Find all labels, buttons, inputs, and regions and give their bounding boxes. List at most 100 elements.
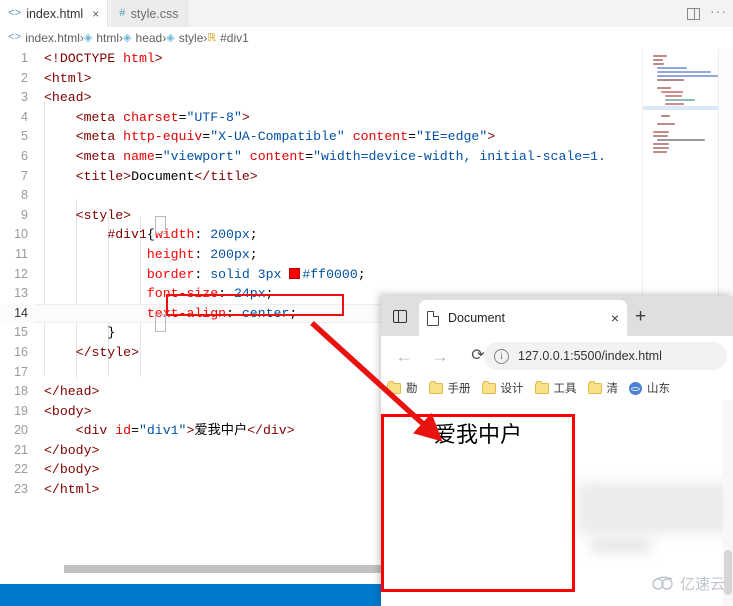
div1-text: 爱我中户 (433, 423, 522, 448)
line-number: 20 (14, 423, 28, 438)
breadcrumb-label: head (135, 31, 163, 45)
code-line[interactable]: 3 <head> (0, 88, 733, 108)
bookmark-folder-gongju[interactable]: 工具 (534, 380, 577, 396)
code-line[interactable]: 4 <meta charset="UTF-8"> (0, 108, 733, 128)
code-text: </body> (44, 462, 100, 478)
address-bar-url: 127.0.0.1:5500/index.html (518, 349, 662, 363)
line-number: 19 (14, 403, 28, 418)
folder-icon (534, 380, 549, 394)
line-number: 9 (21, 207, 28, 222)
code-text: <meta http-equiv="X-UA-Compatible" conte… (75, 129, 496, 145)
code-line[interactable]: 11 height: 200px; (0, 245, 733, 265)
html-file-icon: <> (8, 7, 22, 20)
close-icon[interactable]: × (611, 311, 619, 325)
minimap-line (665, 103, 684, 105)
minimap-line (653, 147, 669, 149)
globe-icon (629, 381, 642, 395)
code-text: border: solid 3px #ff0000; (146, 266, 366, 282)
minimap-line (657, 79, 684, 81)
line-number: 15 (14, 325, 28, 340)
bookmark-link-shandong[interactable]: 山东 (629, 380, 670, 396)
css-file-icon: # (119, 7, 126, 20)
minimap-line (657, 139, 705, 141)
more-actions-icon[interactable]: ··· (710, 4, 727, 23)
tab-style-css[interactable]: # style.css (111, 0, 188, 27)
minimap-line (661, 91, 683, 93)
code-text: <title>Document</title> (75, 168, 258, 184)
forward-button[interactable]: → (425, 341, 455, 371)
code-text: </html> (44, 482, 100, 498)
code-text: <meta charset="UTF-8"> (75, 109, 250, 125)
editor-actions: ··· (687, 0, 727, 27)
line-number: 16 (14, 344, 28, 359)
line-number: 23 (14, 482, 28, 497)
watermark-text: 亿速云 (679, 575, 725, 593)
bookmark-folder-sheji[interactable]: 设计 (481, 380, 524, 396)
minimap-line (665, 95, 682, 97)
bracket-match-open (155, 216, 166, 234)
code-text: <div id="div1">爱我中户</div> (75, 423, 295, 439)
breadcrumb-item-style[interactable]: ◈ style (166, 31, 203, 45)
close-icon[interactable]: × (92, 8, 99, 20)
minimap-line (657, 71, 711, 73)
code-line[interactable]: 12 border: solid 3px #ff0000; (0, 265, 733, 285)
bookmark-label: 清 (606, 383, 619, 395)
line-number: 1 (21, 51, 28, 65)
watermark: 亿速云 (652, 573, 725, 594)
bookmarks-bar: 勘 手册 设计 工具 清 山东 (381, 376, 733, 400)
scrollbar-thumb[interactable] (724, 550, 732, 595)
bookmark-label: 设计 (500, 383, 524, 395)
tab-actions-icon[interactable] (387, 303, 413, 329)
code-text: </head> (44, 384, 100, 400)
code-line[interactable]: 1 <!DOCTYPE html> (0, 49, 733, 69)
tag-icon: ◈ (166, 31, 175, 44)
bookmark-label: 勘 (406, 383, 418, 395)
line-number: 5 (21, 129, 28, 144)
address-bar[interactable]: i 127.0.0.1:5500/index.html (484, 342, 727, 370)
breadcrumb-item-head[interactable]: ◈ head (123, 31, 162, 45)
code-line[interactable]: 10 #div1{width: 200px; (0, 225, 733, 245)
code-line[interactable]: 5 <meta http-equiv="X-UA-Compatible" con… (0, 127, 733, 147)
bookmark-folder-shouce[interactable]: 手册 (428, 380, 471, 396)
line-number: 13 (14, 286, 28, 301)
code-line[interactable]: 9 <style> (0, 206, 733, 226)
bookmark-folder-kan[interactable]: 勘 (387, 380, 418, 396)
minimap-line (657, 123, 675, 125)
rendered-div1: 爱我中户 (381, 414, 575, 592)
code-line[interactable]: 7 <title>Document</title> (0, 167, 733, 187)
html-file-icon: <> (8, 31, 22, 44)
minimap-line (653, 135, 668, 137)
code-line[interactable]: 6 <meta name="viewport" content="width=d… (0, 147, 733, 167)
line-number: 12 (14, 266, 28, 281)
breadcrumb-item-html[interactable]: ◈ html (84, 31, 119, 45)
minimap-line (657, 75, 719, 77)
bookmark-folder-qing[interactable]: 清 (587, 380, 619, 396)
tab-label: index.html (26, 6, 84, 21)
minimap-line (657, 67, 687, 69)
bookmark-label: 工具 (553, 383, 577, 395)
css-rule-icon: ℝ (207, 31, 217, 44)
code-text: <style> (75, 207, 132, 223)
folder-icon (587, 380, 602, 394)
code-line[interactable]: 8 (0, 186, 733, 206)
new-tab-button[interactable]: + (635, 307, 646, 326)
code-line[interactable]: 2 <html> (0, 69, 733, 89)
browser-tab-document[interactable]: Document × (419, 300, 627, 336)
tag-icon: ◈ (83, 31, 93, 44)
code-text: <meta name="viewport" content="width=dev… (75, 148, 606, 164)
bookmark-label: 山东 (647, 383, 670, 395)
breadcrumb-label: index.html (25, 31, 80, 45)
split-editor-icon[interactable] (687, 7, 700, 20)
back-button[interactable]: ← (389, 341, 419, 371)
breadcrumb-item-file[interactable]: <> index.html (8, 31, 80, 45)
line-number: 8 (21, 188, 28, 203)
line-number: 14 (14, 305, 28, 320)
bracket-match-close (155, 314, 166, 332)
minimap-line (657, 87, 671, 89)
code-highlight-box (166, 294, 344, 316)
line-number: 3 (21, 90, 28, 105)
code-text: } (107, 325, 116, 341)
tab-index-html[interactable]: <> index.html × (0, 0, 109, 27)
info-icon[interactable]: i (494, 348, 509, 364)
breadcrumb-item-div1[interactable]: ℝ #div1 (207, 31, 248, 45)
